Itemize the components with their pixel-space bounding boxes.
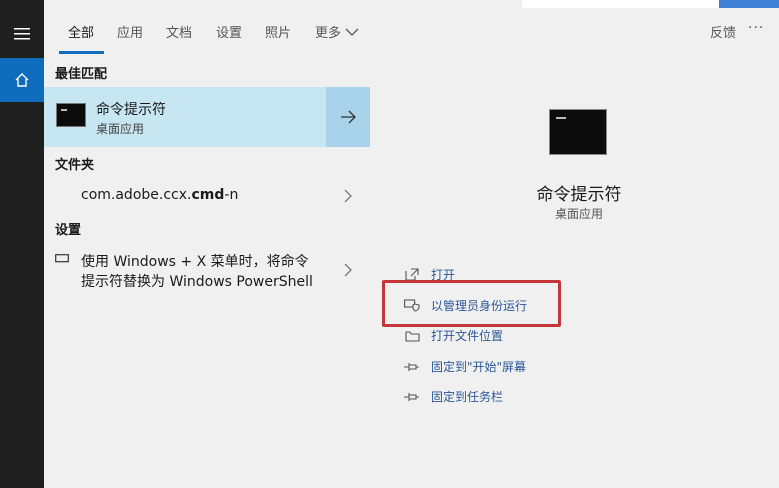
best-match-title: 命令提示符 [96,102,166,118]
best-match-result[interactable]: 命令提示符 桌面应用 [44,87,326,147]
settings-result-line2: 提示符替换为 Windows PowerShell [81,274,313,290]
action-pin-to-start[interactable]: 固定到"开始"屏幕 [403,358,526,375]
left-rail [0,0,44,488]
window-edge [522,0,779,8]
feedback-button[interactable]: 反馈 [710,22,736,41]
more-options-icon[interactable]: ··· [748,20,764,36]
settings-result-line1: 使用 Windows + X 菜单时，将命令 [81,254,309,270]
hamburger-icon [14,28,30,40]
home-button[interactable] [0,58,44,102]
action-open-file-location[interactable]: 打开文件位置 [403,327,503,344]
arrow-right-icon [341,110,356,124]
cmd-app-large-icon [549,109,607,155]
tab-more[interactable]: 更多 [315,22,359,41]
action-pin-to-taskbar-label: 固定到任务栏 [431,390,504,404]
section-folders: 文件夹 [55,158,95,173]
folder-name-prefix: com.adobe.ccx. [81,187,192,203]
cmd-app-icon [56,103,86,127]
folder-name-match: cmd [191,187,225,203]
chevron-right-icon[interactable] [341,189,355,203]
folder-icon [404,330,420,342]
open-details-button[interactable] [326,87,370,147]
highlight-annotation [382,280,561,327]
home-icon [15,73,29,87]
tab-all[interactable]: 全部 [68,22,94,41]
chevron-right-icon[interactable] [341,263,355,277]
section-best-match: 最佳匹配 [55,67,108,82]
action-pin-to-taskbar[interactable]: 固定到任务栏 [403,388,503,405]
folder-result[interactable]: com.adobe.ccx.cmd-n [81,187,238,203]
active-tab-indicator [59,51,104,54]
pin-icon [404,392,419,401]
hamburger-menu-button[interactable] [0,14,44,54]
tab-more-label: 更多 [315,26,342,41]
action-open-file-location-label: 打开文件位置 [431,329,504,343]
monitor-icon [55,254,69,263]
pin-icon [404,362,419,371]
preview-subtitle: 桌面应用 [554,207,603,221]
tab-apps[interactable]: 应用 [117,22,143,41]
best-match-subtitle: 桌面应用 [96,122,145,136]
tab-settings[interactable]: 设置 [216,22,242,41]
tab-documents[interactable]: 文档 [166,22,192,41]
preview-title: 命令提示符 [536,185,622,205]
action-pin-to-start-label: 固定到"开始"屏幕 [431,360,527,374]
chevron-down-icon [345,28,359,36]
section-settings: 设置 [55,223,82,238]
folder-name-suffix: -n [224,187,239,203]
tab-photos[interactable]: 照片 [265,22,291,41]
